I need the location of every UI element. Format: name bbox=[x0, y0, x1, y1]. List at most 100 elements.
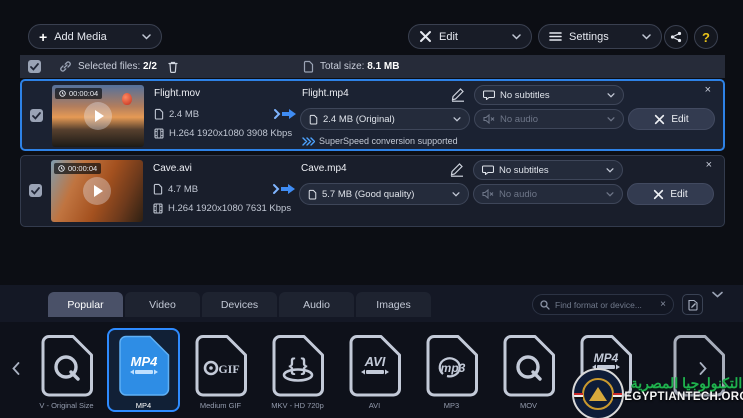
video-thumbnail[interactable]: 00:00:04 bbox=[52, 85, 144, 147]
chevron-down-icon bbox=[512, 34, 521, 40]
svg-text:MP4: MP4 bbox=[130, 354, 158, 369]
file-icon bbox=[154, 108, 164, 120]
tab-devices[interactable]: Devices bbox=[202, 292, 277, 317]
audio-muted-icon bbox=[483, 114, 495, 124]
clear-search-icon[interactable]: × bbox=[660, 299, 666, 310]
preset-mov[interactable]: MOV bbox=[492, 328, 565, 412]
select-all-checkbox[interactable] bbox=[28, 60, 41, 73]
chevron-down-icon bbox=[606, 168, 614, 173]
chevron-down-icon bbox=[606, 192, 614, 197]
codec-icon bbox=[153, 203, 163, 214]
row-edit-button[interactable]: Edit bbox=[628, 108, 715, 130]
source-filename: Cave.avi bbox=[153, 163, 293, 174]
settings-label: Settings bbox=[569, 31, 609, 43]
output-preset-value: 5.7 MB (Good quality) bbox=[322, 189, 414, 200]
preset-mkv-hd-720p[interactable]: { } MKV - HD 720p bbox=[261, 328, 334, 412]
watermark-arabic-text: التكنولوجيا المصرية bbox=[630, 376, 743, 391]
quicktime-icon bbox=[40, 334, 94, 398]
settings-button[interactable]: Settings bbox=[538, 24, 662, 49]
search-input[interactable] bbox=[555, 300, 655, 310]
add-media-button[interactable]: + Add Media bbox=[28, 24, 162, 49]
remove-file-icon[interactable]: × bbox=[705, 84, 711, 96]
duration-badge: 00:00:04 bbox=[55, 88, 102, 99]
subtitles-icon bbox=[482, 165, 494, 175]
file-row[interactable]: 00:00:04 Cave.avi 4.7 MB H.264 1920x1080… bbox=[20, 155, 725, 227]
mp4-icon: MP4 bbox=[117, 334, 171, 398]
chevron-down-icon bbox=[453, 117, 461, 122]
duration-badge: 00:00:04 bbox=[54, 163, 101, 174]
tab-audio[interactable]: Audio bbox=[279, 292, 354, 317]
tab-popular[interactable]: Popular bbox=[48, 292, 123, 317]
play-button[interactable] bbox=[83, 177, 111, 205]
tab-images[interactable]: Images bbox=[356, 292, 431, 317]
trash-icon[interactable] bbox=[167, 60, 180, 73]
format-tabs: Popular Video Devices Audio Images bbox=[48, 292, 431, 317]
share-icon bbox=[670, 31, 682, 43]
egyptiantech-logo bbox=[572, 368, 624, 418]
clock-icon bbox=[59, 90, 66, 97]
add-preset-button[interactable] bbox=[682, 294, 703, 315]
video-thumbnail[interactable]: 00:00:04 bbox=[51, 160, 143, 222]
conversion-arrow-icon bbox=[272, 182, 296, 196]
edit-tools-button[interactable]: Edit bbox=[408, 24, 532, 49]
help-button[interactable]: ? bbox=[694, 25, 718, 49]
subtitles-icon bbox=[483, 90, 495, 100]
edit-tools-icon bbox=[654, 114, 665, 125]
subtitles-dropdown[interactable]: No subtitles bbox=[473, 160, 623, 180]
output-preset-dropdown[interactable]: 2.4 MB (Original) bbox=[300, 108, 470, 130]
share-button[interactable] bbox=[664, 25, 688, 49]
tab-video[interactable]: Video bbox=[125, 292, 200, 317]
watermark-english-text: EGYPTIANTECH.ORG bbox=[630, 391, 743, 403]
preset-original-size[interactable]: V - Original Size bbox=[30, 328, 103, 412]
edit-tools-icon bbox=[419, 30, 432, 43]
codec-icon bbox=[154, 128, 164, 139]
track-options: No subtitles No audio bbox=[474, 85, 624, 133]
gif-icon: GIF bbox=[194, 334, 248, 398]
preset-medium-gif[interactable]: GIF Medium GIF bbox=[184, 328, 257, 412]
chevron-down-icon bbox=[642, 34, 651, 40]
format-search[interactable]: × bbox=[532, 294, 674, 315]
preset-list: V - Original Size MP4 MP4 bbox=[30, 328, 642, 412]
clock-icon bbox=[58, 165, 65, 172]
avi-icon: AVI bbox=[348, 334, 402, 398]
file-icon bbox=[302, 60, 315, 73]
audio-dropdown[interactable]: No audio bbox=[473, 184, 623, 204]
chevron-down-icon bbox=[607, 117, 615, 122]
link-icon[interactable] bbox=[59, 60, 72, 73]
source-size: 4.7 MB bbox=[168, 184, 198, 195]
rename-pencil-icon[interactable] bbox=[450, 87, 468, 103]
source-filename: Flight.mov bbox=[154, 88, 294, 99]
plus-icon: + bbox=[39, 29, 47, 45]
svg-text:mp3: mp3 bbox=[440, 361, 465, 375]
row-checkbox[interactable] bbox=[29, 184, 42, 197]
thumbnail-image bbox=[122, 93, 132, 105]
rename-pencil-icon[interactable] bbox=[449, 162, 467, 178]
row-edit-button[interactable]: Edit bbox=[627, 183, 714, 205]
audio-muted-icon bbox=[482, 189, 494, 199]
scroll-left-icon[interactable] bbox=[12, 362, 20, 375]
output-info: Cave.mp4 5.7 MB (Good quality) bbox=[301, 163, 473, 211]
remove-file-icon[interactable]: × bbox=[706, 159, 712, 171]
svg-text:GIF: GIF bbox=[218, 362, 239, 376]
edit-tools-icon bbox=[653, 189, 664, 200]
output-filename: Flight.mp4 bbox=[302, 88, 474, 99]
collapse-panel-icon[interactable] bbox=[712, 291, 723, 298]
output-preset-dropdown[interactable]: 5.7 MB (Good quality) bbox=[299, 183, 469, 205]
track-options: No subtitles No audio bbox=[473, 160, 623, 208]
source-codec: H.264 1920x1080 3908 Kbps bbox=[169, 128, 292, 139]
search-icon bbox=[540, 300, 550, 310]
preset-avi[interactable]: AVI AVI bbox=[338, 328, 411, 412]
quicktime-icon bbox=[502, 334, 556, 398]
file-row[interactable]: 00:00:04 Flight.mov 2.4 MB H.264 1920x10… bbox=[20, 79, 725, 151]
play-button[interactable] bbox=[84, 102, 112, 130]
selected-files-label: Selected files: 2/2 bbox=[78, 61, 157, 72]
row-checkbox[interactable] bbox=[30, 109, 43, 122]
subtitles-dropdown[interactable]: No subtitles bbox=[474, 85, 624, 105]
preset-mp3[interactable]: mp3 MP3 bbox=[415, 328, 488, 412]
total-size-label: Total size: 8.1 MB bbox=[302, 60, 399, 73]
video-converter-app: + Add Media Edit Settings bbox=[0, 0, 743, 418]
audio-dropdown[interactable]: No audio bbox=[474, 109, 624, 129]
add-preset-icon bbox=[687, 299, 699, 311]
preset-mp4[interactable]: MP4 MP4 bbox=[107, 328, 180, 412]
chevron-down-icon bbox=[142, 34, 151, 40]
